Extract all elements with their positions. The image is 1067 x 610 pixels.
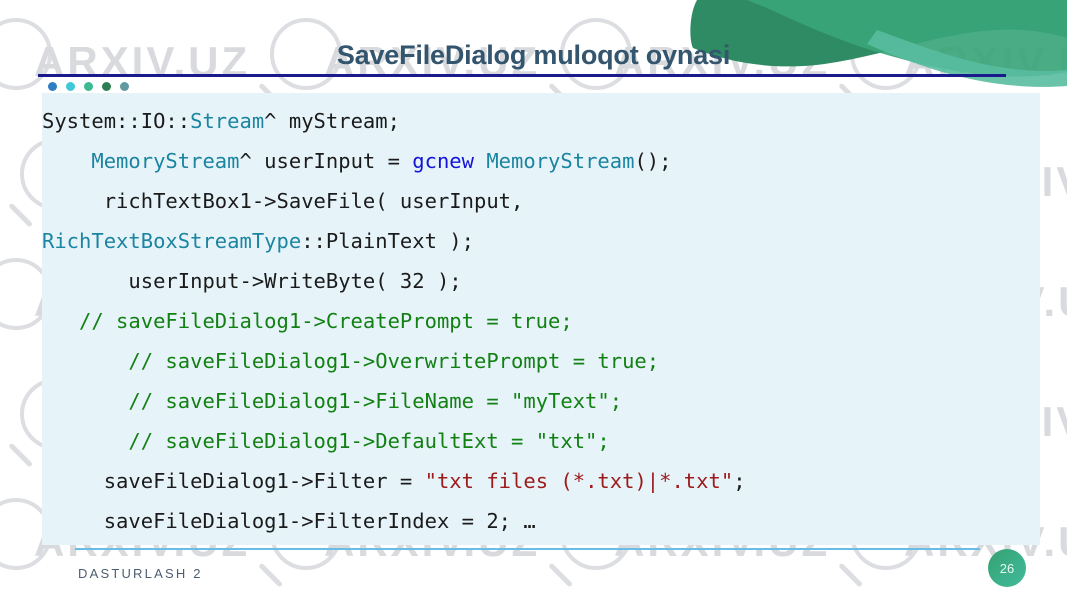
code-token: (); [634,149,672,173]
code-token: // saveFileDialog1->DefaultExt = "txt"; [116,429,610,453]
title-underline-rule [38,74,1006,77]
code-line: userInput->WriteByte( 32 ); [42,261,1040,301]
code-token: userInput->WriteByte( 32 ); [116,269,462,293]
footer-course-label: DASTURLASH 2 [78,566,203,581]
magnifier-handle-icon [8,202,33,228]
code-token: MemoryStream [91,149,240,173]
page-title: SaveFileDialog muloqot oynasi [336,40,731,70]
code-token: saveFileDialog1->Filter = [103,469,425,493]
code-token: ; [733,469,746,493]
code-line: richTextBox1->SaveFile( userInput, [42,181,1040,221]
dot-blue [48,82,57,91]
code-token: // saveFileDialog1->OverwritePrompt = tr… [116,349,660,373]
code-token: // saveFileDialog1->CreatePrompt = true; [79,309,573,333]
code-token: gcnew [412,149,474,173]
code-token: saveFileDialog1->FilterIndex = 2; … [103,509,536,533]
dot-green [102,82,111,91]
code-line: saveFileDialog1->Filter = "txt files (*.… [42,461,1040,501]
code-line: RichTextBoxStreamType::PlainText ); [42,221,1040,261]
code-token: "txt files (*.txt)|*.txt" [424,469,734,493]
code-block-panel: System::IO::Stream^ myStream; MemoryStre… [42,93,1040,545]
code-line: // saveFileDialog1->DefaultExt = "txt"; [42,421,1040,461]
footer-divider-rule [75,548,980,550]
code-token: System::IO:: [42,109,191,133]
code-line: // saveFileDialog1->OverwritePrompt = tr… [42,341,1040,381]
code-token: Stream [190,109,265,133]
code-line: System::IO::Stream^ myStream; [42,101,1040,141]
code-token: ^ myStream; [264,109,400,133]
code-line: // saveFileDialog1->FileName = "myText"; [42,381,1040,421]
code-line: saveFileDialog1->FilterIndex = 2; … [42,501,1040,541]
decorative-dot-row [48,82,129,91]
magnifier-handle-icon [8,442,33,468]
code-token: MemoryStream [486,149,635,173]
magnifier-handle-icon [258,562,283,588]
dot-cyan [66,82,75,91]
code-token: RichTextBoxStreamType [42,229,302,253]
dot-gray-teal [120,82,129,91]
page-number-badge: 26 [988,549,1026,587]
code-token: ^ userInput = [239,149,413,173]
code-line: MemoryStream^ userInput = gcnew MemorySt… [42,141,1040,181]
code-line: // saveFileDialog1->CreatePrompt = true; [42,301,1040,341]
magnifier-handle-icon [838,562,863,588]
magnifier-handle-icon [548,562,573,588]
code-token: ::PlainText ); [301,229,474,253]
code-token: // saveFileDialog1->FileName = "myText"; [116,389,623,413]
dot-teal [84,82,93,91]
code-token: richTextBox1->SaveFile( userInput, [91,189,524,213]
